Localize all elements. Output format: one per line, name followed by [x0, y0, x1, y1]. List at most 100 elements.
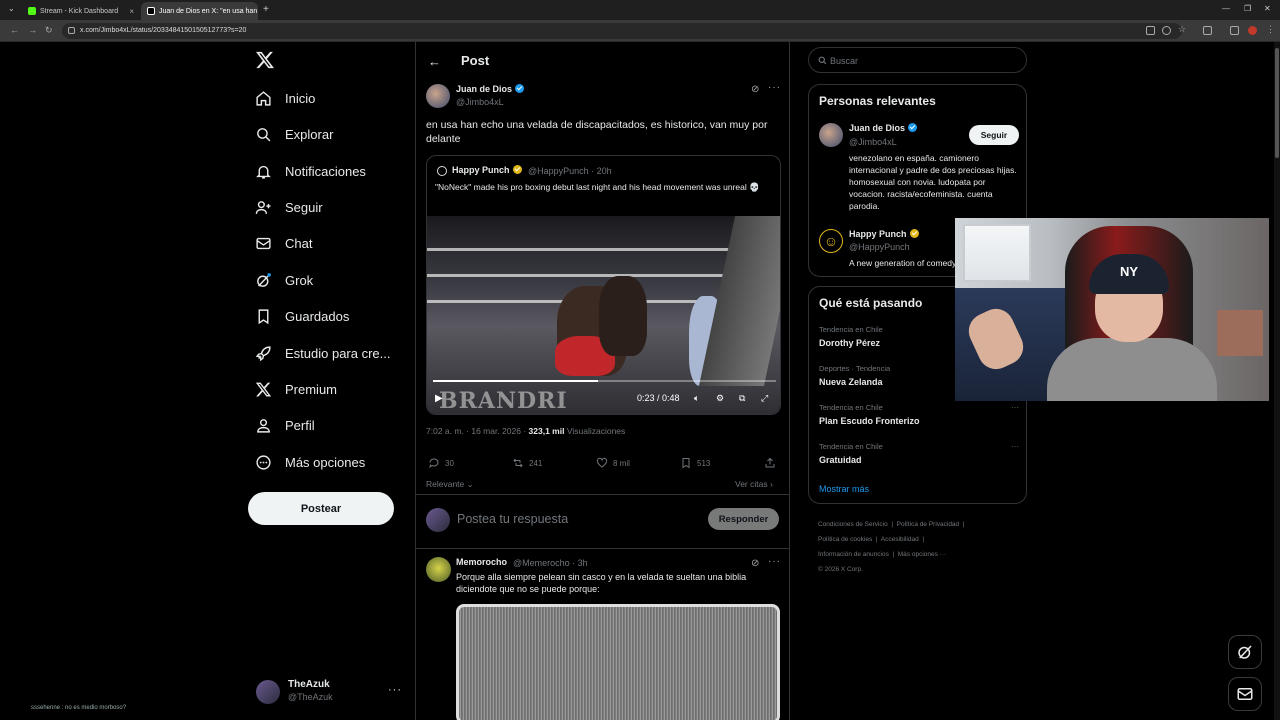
more-icon[interactable]: ··· — [388, 684, 402, 696]
maximize-icon[interactable]: ❐ — [1244, 4, 1251, 13]
x-logo-icon[interactable] — [255, 50, 275, 70]
webcam-shelf — [1217, 310, 1263, 356]
views-label: Visualizaciones — [566, 426, 626, 436]
scrollbar-thumb[interactable] — [1275, 48, 1279, 158]
forward-icon[interactable]: → — [28, 25, 37, 35]
footer-link[interactable]: Accesibilidad — [881, 536, 919, 543]
site-info-icon[interactable] — [68, 27, 75, 34]
nav-item-guardados[interactable]: Guardados — [255, 303, 349, 329]
avatar[interactable] — [426, 557, 451, 582]
back-arrow-icon[interactable]: ← — [428, 54, 441, 69]
close-tab-icon[interactable]: × — [129, 7, 134, 16]
tab-search-icon[interactable]: ⌄ — [8, 4, 15, 13]
post-button[interactable]: Postear — [248, 492, 394, 525]
footer-link[interactable]: Política de Privacidad — [897, 521, 960, 528]
footer-link[interactable]: Más opciones ··· — [898, 551, 946, 558]
nav-item-estudio[interactable]: Estudio para cre... — [255, 340, 391, 366]
heart-icon — [596, 457, 608, 468]
view-quotes-link[interactable]: Ver citas › — [735, 479, 773, 489]
menu-icon[interactable]: ⋮ — [1266, 24, 1275, 34]
trend-item[interactable]: Tendencia en Chile Plan Escudo Fronteriz… — [819, 403, 1019, 435]
close-window-icon[interactable]: ✕ — [1264, 4, 1271, 13]
more-icon[interactable]: ··· — [1011, 403, 1019, 412]
pip-icon[interactable]: ⧉ — [739, 393, 745, 404]
reload-icon[interactable]: ↻ — [45, 25, 53, 36]
quoted-tweet[interactable]: Happy Punch @HappyPunch · 20h "NoNeck" m… — [426, 155, 781, 415]
more-icon[interactable]: ··· — [768, 82, 781, 93]
nav-item-premium[interactable]: Premium — [255, 376, 337, 402]
nav-item-mas-opciones[interactable]: Más opciones — [255, 449, 365, 475]
extension-icon[interactable] — [1230, 26, 1239, 35]
repost-action[interactable]: 241 — [512, 457, 542, 469]
new-tab-icon[interactable]: + — [263, 4, 269, 15]
avatar[interactable] — [426, 84, 450, 108]
volume-icon[interactable]: 🔈︎ — [694, 393, 699, 404]
nav-item-perfil[interactable]: Perfil — [255, 412, 315, 438]
extensions-icon[interactable] — [1203, 26, 1212, 35]
tab-kick-dashboard[interactable]: Stream - Kick Dashboard × — [22, 2, 140, 20]
sort-dropdown[interactable]: Relevante ⌄ — [426, 479, 474, 490]
person-name[interactable]: Juan de Dios — [849, 123, 918, 133]
zoom-icon[interactable] — [1162, 26, 1171, 35]
more-circle-icon — [256, 454, 271, 470]
footer-link[interactable]: Condiciones de Servicio — [818, 521, 888, 528]
reply-button[interactable]: Responder — [708, 508, 779, 530]
nav-item-inicio[interactable]: Inicio — [255, 85, 315, 111]
trend-title: Plan Escudo Fronterizo — [819, 416, 920, 426]
back-icon[interactable]: ← — [10, 25, 19, 35]
author-name: Juan de Dios — [456, 84, 513, 94]
smiley-avatar-icon — [437, 166, 447, 176]
nav-item-seguir[interactable]: Seguir — [255, 194, 323, 220]
nav-item-grok[interactable]: Grok — [255, 267, 313, 293]
avatar[interactable] — [819, 123, 843, 147]
tweet-handle[interactable]: @Jimbo4xL — [456, 97, 504, 107]
account-switcher[interactable]: TheAzuk @TheAzuk ··· — [256, 678, 406, 706]
video-banner: BRANDRI — [439, 388, 568, 414]
search-box — [808, 47, 1027, 73]
tweet-author[interactable]: Juan de Dios — [456, 84, 525, 94]
fullscreen-icon[interactable]: ⤢ — [761, 393, 768, 404]
video-player[interactable]: BRANDRI ▶ 0:23 / 0:48 🔈︎ ⚙︎ ⧉ ⤢ — [427, 216, 780, 414]
search-input[interactable] — [830, 53, 1010, 68]
grok-float-button[interactable] — [1228, 635, 1262, 669]
profile-icon[interactable] — [1248, 26, 1257, 35]
footer-link[interactable]: Información de anuncios — [818, 551, 889, 558]
search-icon — [257, 127, 271, 141]
cast-icon[interactable] — [1146, 26, 1155, 35]
card-title: Personas relevantes — [819, 94, 936, 108]
video-progress[interactable] — [433, 380, 776, 382]
more-icon[interactable]: ··· — [768, 556, 781, 567]
share-action[interactable] — [764, 457, 776, 469]
trend-item[interactable]: Tendencia en Chile Gratuidad ··· — [819, 442, 1019, 474]
bookmark-star-icon[interactable]: ☆ — [1178, 24, 1187, 34]
follow-button[interactable]: Seguir — [969, 125, 1019, 145]
scrollbar[interactable] — [1274, 42, 1280, 720]
reply-image[interactable] — [456, 604, 780, 720]
person-name-text: Happy Punch — [849, 229, 907, 239]
more-icon[interactable]: ··· — [1011, 442, 1019, 451]
nav-item-chat[interactable]: Chat — [255, 230, 312, 256]
nav-item-notificaciones[interactable]: Notificaciones — [255, 158, 366, 184]
like-action[interactable]: 8 mil — [596, 457, 630, 469]
messages-float-button[interactable] — [1228, 677, 1262, 711]
share-icon — [765, 457, 775, 468]
url-field[interactable]: x.com/Jimbo4xL/status/203348415015051277… — [62, 23, 1182, 39]
nav-label: Inicio — [285, 90, 316, 106]
smiley-avatar-icon[interactable]: ☺ — [819, 229, 843, 253]
play-icon[interactable]: ▶ — [435, 393, 443, 404]
bookmark-action[interactable]: 513 — [680, 457, 710, 469]
grok-icon[interactable]: ⊘ — [751, 84, 759, 95]
reply-author[interactable]: Memorocho — [456, 557, 507, 567]
settings-icon[interactable]: ⚙︎ — [716, 393, 724, 404]
person-name[interactable]: Happy Punch — [849, 229, 919, 239]
reply-action[interactable]: 30 — [428, 457, 454, 469]
reply-meta: @Memerocho · 3h — [513, 558, 588, 568]
grok-icon[interactable]: ⊘ — [751, 558, 759, 569]
tab-x-post[interactable]: Juan de Dios en X: "en usa han × — [141, 2, 258, 20]
minimize-icon[interactable]: — — [1222, 4, 1230, 13]
show-more-link[interactable]: Mostrar más — [819, 484, 869, 494]
bookmark-count: 513 — [697, 458, 711, 468]
reply-input[interactable]: Postea tu respuesta — [457, 512, 568, 526]
nav-item-explorar[interactable]: Explorar — [255, 121, 333, 147]
footer-link[interactable]: Política de cookies — [818, 536, 872, 543]
